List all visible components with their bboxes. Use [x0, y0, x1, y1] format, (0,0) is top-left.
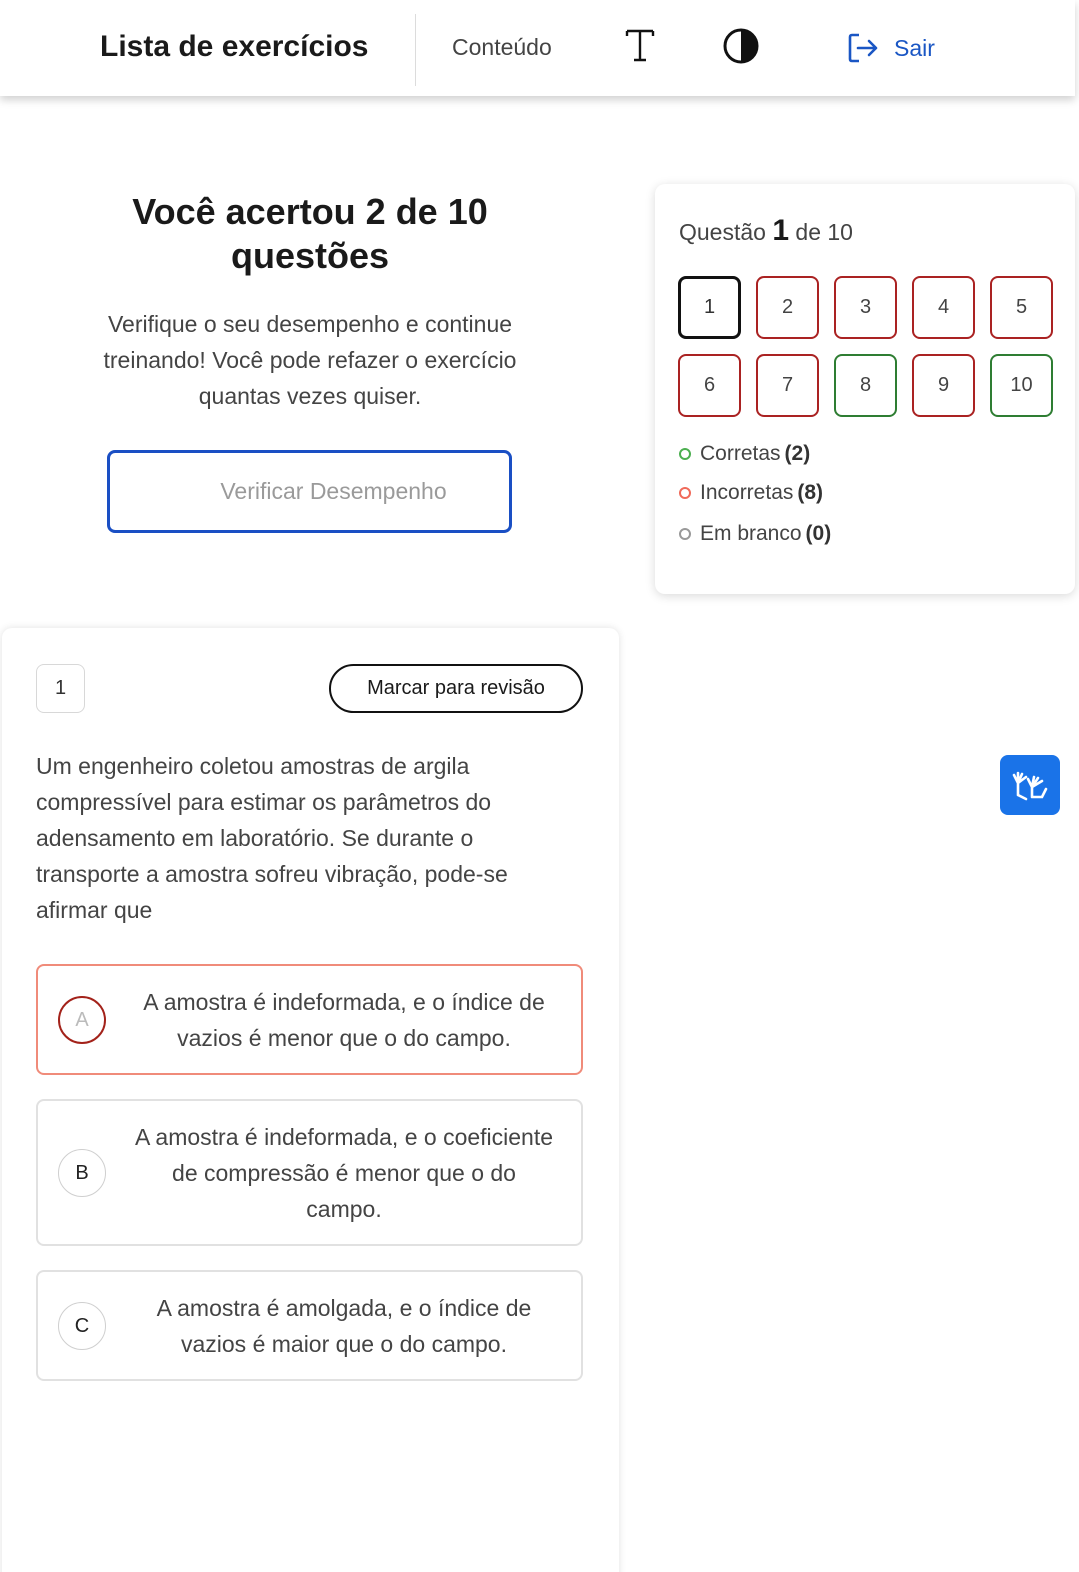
question-box-2[interactable]: 2: [756, 276, 819, 339]
legend-correct: Corretas (2): [679, 442, 810, 466]
question-box-1[interactable]: 1: [678, 276, 741, 339]
top-header: Lista de exercícios Conteúdo Sair: [0, 0, 1075, 96]
question-box-8[interactable]: 8: [834, 354, 897, 417]
option-letter: A: [58, 996, 106, 1044]
question-box-6[interactable]: 6: [678, 354, 741, 417]
legend-label: Em branco: [700, 522, 802, 545]
option-text: A amostra é amolgada, e o índice de vazi…: [156, 1295, 532, 1357]
option-c[interactable]: C A amostra é amolgada, e o índice de va…: [36, 1270, 583, 1381]
logout-button[interactable]: Sair: [846, 30, 935, 66]
legend-count: (8): [797, 481, 824, 504]
logout-icon: [848, 33, 878, 63]
legend-blank: Em branco (0): [679, 522, 831, 546]
question-card: 1 Marcar para revisão Um engenheiro cole…: [2, 628, 619, 1572]
question-number: 1: [36, 664, 85, 713]
question-indicator-current: 1: [772, 214, 790, 247]
legend-dot-correct: [679, 448, 691, 460]
result-title: Você acertou 2 de 10 questões: [132, 191, 488, 276]
question-box-3[interactable]: 3: [834, 276, 897, 339]
option-b[interactable]: B A amostra é indeformada, e o coeficien…: [36, 1099, 583, 1246]
app-title: Lista de exercícios: [100, 30, 369, 63]
contrast-icon[interactable]: [722, 27, 760, 65]
question-box-9[interactable]: 9: [912, 354, 975, 417]
verify-performance-button[interactable]: Verificar Desempenho: [107, 450, 512, 533]
question-navigator: Questão 1 de 10 1 2 3 4 5 6 7 8 9 10 Cor…: [655, 184, 1075, 594]
sign-language-hands-icon[interactable]: [1000, 755, 1060, 815]
question-indicator: Questão 1 de 10: [679, 214, 853, 248]
question-box-7[interactable]: 7: [756, 354, 819, 417]
question-box-4[interactable]: 4: [912, 276, 975, 339]
question-text: Um engenheiro coletou amostras de argila…: [36, 753, 508, 923]
question-indicator-prefix: Questão: [679, 219, 766, 245]
legend-count: (0): [805, 522, 832, 545]
text-size-icon[interactable]: [624, 26, 656, 66]
legend-incorrect: Incorretas (8): [679, 481, 823, 505]
question-box-5[interactable]: 5: [990, 276, 1053, 339]
legend-dot-incorrect: [679, 487, 691, 499]
option-letter: B: [58, 1149, 106, 1197]
option-a[interactable]: A A amostra é indeformada, e o índice de…: [36, 964, 583, 1075]
legend-label: Corretas: [700, 442, 781, 465]
legend-label: Incorretas: [700, 481, 794, 504]
option-text: A amostra é indeformada, e o índice de v…: [143, 989, 545, 1051]
logout-label: Sair: [894, 34, 935, 61]
result-description: Verifique o seu desempenho e continue tr…: [103, 311, 517, 409]
header-divider: [415, 14, 416, 86]
question-box-10[interactable]: 10: [990, 354, 1053, 417]
question-indicator-suffix: de 10: [795, 219, 853, 245]
option-text: A amostra é indeformada, e o coeficiente…: [134, 1124, 554, 1222]
option-letter: C: [58, 1302, 106, 1350]
legend-count: (2): [784, 442, 811, 465]
mark-for-review-button[interactable]: Marcar para revisão: [329, 664, 583, 713]
legend-dot-blank: [679, 528, 691, 540]
nav-content-link[interactable]: Conteúdo: [452, 34, 552, 61]
